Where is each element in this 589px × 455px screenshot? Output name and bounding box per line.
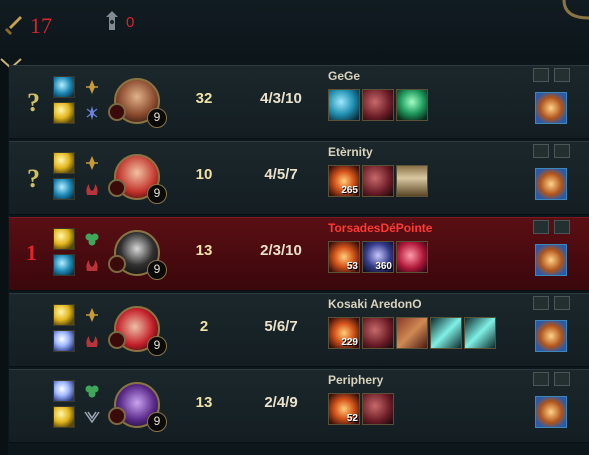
champion-level: 9 (147, 260, 167, 280)
mute-player-button[interactable] (533, 296, 549, 310)
mute-player-button[interactable] (533, 68, 549, 82)
champion-level: 9 (147, 336, 167, 356)
chat-player-button[interactable] (554, 144, 570, 158)
chat-player-button[interactable] (554, 296, 570, 310)
kda: 2/4/9 (264, 394, 298, 411)
trinket-item-icon[interactable] (535, 320, 567, 352)
player-row[interactable]: 9 13 2/4/9 Periphery 52 (9, 369, 589, 443)
dark-seal-item-icon[interactable]: 229 (328, 317, 360, 349)
rank-unknown: ? (27, 164, 40, 193)
frame-corner-ornament (562, 0, 589, 20)
player-name: GeGe (328, 69, 361, 83)
champion-level: 9 (147, 108, 167, 128)
creep-score: 13 (195, 242, 213, 259)
item-stack-count: 53 (346, 261, 358, 272)
rank-unknown: ? (27, 88, 40, 117)
chat-player-button[interactable] (554, 372, 570, 386)
flash-spell-icon[interactable] (53, 152, 75, 174)
chat-player-button[interactable] (554, 220, 570, 234)
blade-item-icon[interactable] (430, 317, 462, 349)
precision-rune-icon (86, 308, 98, 322)
trinket-item-icon[interactable] (535, 168, 567, 200)
respawn-ring-icon (108, 407, 126, 425)
domination-rune-icon (86, 260, 98, 271)
player-row[interactable]: ? 9 32 4/3/10 GeGe (9, 65, 589, 139)
sword-icon (5, 16, 22, 35)
item-stack-count: 52 (346, 413, 358, 424)
item-stack-count: 229 (341, 337, 358, 348)
potion-item-icon[interactable] (396, 89, 428, 121)
belt-item-icon[interactable] (396, 165, 428, 197)
dark-seal-item-icon[interactable]: 53 (328, 241, 360, 273)
crystal-item-icon[interactable] (328, 89, 360, 121)
tome-item-icon[interactable] (396, 317, 428, 349)
creep-score: 13 (195, 394, 213, 411)
kda: 2/3/10 (260, 242, 302, 259)
player-name: Periphery (328, 373, 384, 387)
player-name: Etèrnity (328, 145, 373, 159)
team-kills: 17 (30, 13, 52, 38)
tower-icon (106, 11, 118, 30)
chat-player-button[interactable] (554, 68, 570, 82)
creep-score: 2 (199, 318, 209, 335)
scoreboard-header: 17 0 (0, 0, 589, 60)
kda: 5/6/7 (264, 318, 298, 335)
player-name: Kosaki AredonO (328, 297, 422, 311)
mejai-item-icon[interactable]: 360 (362, 241, 394, 273)
trinket-item-icon[interactable] (535, 396, 567, 428)
boots-item-icon[interactable] (362, 317, 394, 349)
respawn-ring-icon (108, 179, 126, 197)
resolve-rune-icon (85, 233, 99, 246)
sorcery-rune-icon (86, 106, 98, 120)
frame-left-border (0, 60, 8, 455)
dark-seal-item-icon[interactable]: 52 (328, 393, 360, 425)
boots-item-icon[interactable] (362, 165, 394, 197)
creep-score: 10 (195, 166, 213, 183)
domination-rune-icon (86, 336, 98, 347)
respawn-ring-icon (108, 255, 126, 273)
precision-rune-icon (86, 156, 98, 170)
mute-player-button[interactable] (533, 372, 549, 386)
ghost-spell-icon[interactable] (53, 254, 75, 276)
champion-level: 9 (147, 412, 167, 432)
mute-player-button[interactable] (533, 220, 549, 234)
precision-rune-icon (86, 80, 98, 94)
flash-spell-icon[interactable] (53, 304, 75, 326)
inspiration-rune-icon (84, 411, 100, 424)
creep-score: 32 (195, 90, 213, 107)
respawn-ring-icon (108, 331, 126, 349)
boots-item-icon[interactable] (362, 393, 394, 425)
rank-number: 1 (26, 240, 37, 265)
ghost-spell-icon[interactable] (53, 178, 75, 200)
dark-seal-item-icon[interactable]: 265 (328, 165, 360, 197)
item-stack-count: 360 (375, 261, 392, 272)
ghost-spell-icon[interactable] (53, 76, 75, 98)
flash-spell-icon[interactable] (53, 406, 75, 428)
gem-item-icon[interactable] (396, 241, 428, 273)
item-stack-count: 265 (341, 185, 358, 196)
blade-item-icon[interactable] (464, 317, 496, 349)
flash-spell-icon[interactable] (53, 228, 75, 250)
player-row[interactable]: 1 9 13 2/3/10 TorsadesDéPointe 53 360 (9, 217, 589, 291)
player-row[interactable]: ? 9 10 4/5/7 Etèrnity 265 (9, 141, 589, 215)
flash-spell-icon[interactable] (53, 102, 75, 124)
trinket-item-icon[interactable] (535, 244, 567, 276)
trinket-item-icon[interactable] (535, 92, 567, 124)
team-towers: 0 (126, 14, 135, 31)
kda: 4/5/7 (264, 166, 298, 183)
barrier-spell-icon[interactable] (53, 380, 75, 402)
resolve-rune-icon (85, 385, 99, 398)
mute-player-button[interactable] (533, 144, 549, 158)
boots-item-icon[interactable] (362, 89, 394, 121)
player-row[interactable]: 9 2 5/6/7 Kosaki AredonO 229 (9, 293, 589, 367)
kda: 4/3/10 (260, 90, 302, 107)
respawn-ring-icon (108, 103, 126, 121)
champion-level: 9 (147, 184, 167, 204)
domination-rune-icon (86, 184, 98, 195)
player-name: TorsadesDéPointe (328, 221, 433, 235)
barrier-spell-icon[interactable] (53, 330, 75, 352)
